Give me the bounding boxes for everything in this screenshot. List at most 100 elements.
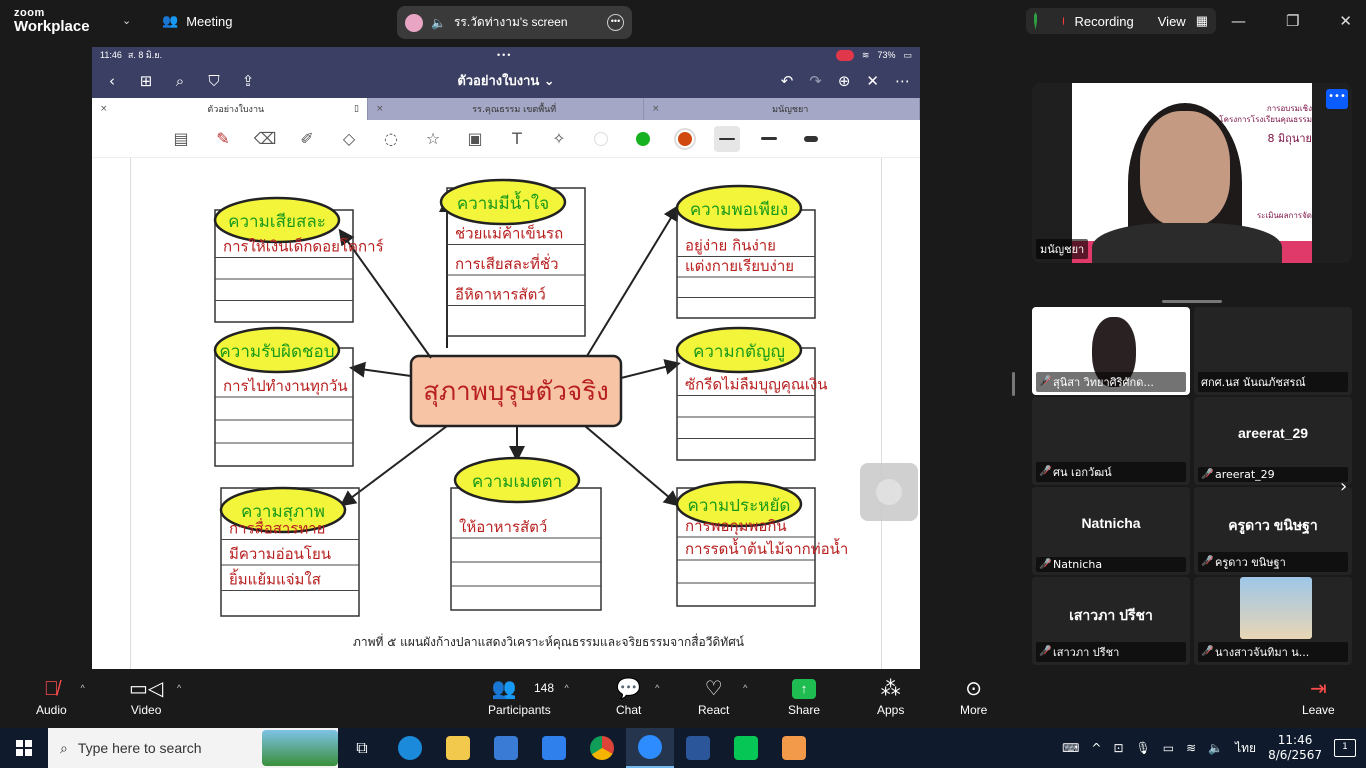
line-icon[interactable]: [722, 728, 770, 768]
back-icon[interactable]: ‹: [102, 72, 122, 90]
edge-icon[interactable]: [386, 728, 434, 768]
participant-display-name: Natnicha: [1081, 515, 1141, 531]
close-icon[interactable]: ✕: [866, 72, 879, 90]
undo-icon[interactable]: ↶: [781, 72, 794, 90]
participant-tile[interactable]: 🎤̸ สุนิสา วิทยาศิริศักด...: [1032, 307, 1190, 395]
tab-document-1[interactable]: × ตัวอย่างใบงาน ▯: [92, 98, 368, 120]
shield-icon: [1034, 12, 1037, 30]
microphone-icon[interactable]: 🎙: [1136, 741, 1151, 755]
task-view-icon[interactable]: ⧉: [338, 728, 386, 768]
close-icon[interactable]: ✕: [1339, 12, 1352, 30]
mail-icon[interactable]: [530, 728, 578, 768]
stroke-thin[interactable]: [714, 125, 740, 152]
view-button[interactable]: View: [1158, 14, 1186, 29]
keyboard-icon[interactable]: ⌨: [1062, 741, 1079, 755]
highlighter-icon[interactable]: ✐: [294, 126, 320, 152]
volume-icon[interactable]: 🔈: [1208, 741, 1223, 755]
tray-expand-icon[interactable]: ^: [1091, 741, 1101, 755]
tab-document-3[interactable]: × มนัญชยา: [644, 98, 920, 120]
pen-icon[interactable]: ✎: [210, 126, 236, 152]
image-icon[interactable]: ▣: [462, 126, 488, 152]
assistive-touch-button[interactable]: [860, 463, 918, 521]
chat-button[interactable]: 💬 Chat ^: [616, 675, 659, 717]
active-speaker-video[interactable]: การอบรมเชิง การพัฒนา...เขื่อนโครงการโรงเ…: [1032, 83, 1352, 263]
stroke-thick[interactable]: [798, 126, 824, 152]
tab-label: รร.คุณธรรม เขตพื้นที่: [472, 105, 557, 115]
participant-tile[interactable]: areerat_29 🎤̸ areerat_29: [1194, 397, 1352, 485]
reader-icon[interactable]: ▤: [168, 126, 194, 152]
gallery-next-icon[interactable]: ›: [1340, 476, 1347, 497]
notes-nav-bar: ‹ ⊞ ⌕ ⛉ ⇪ ตัวอย่างใบงาน ⌄ ↶ ↷ ⊕ ✕ ⋯: [92, 63, 920, 98]
participants-button[interactable]: 👥 148 Participants ^: [488, 675, 569, 717]
more-button[interactable]: ⊙ More: [960, 675, 987, 717]
store-icon[interactable]: [482, 728, 530, 768]
color-white-swatch[interactable]: [588, 126, 614, 152]
participant-tile[interactable]: เสาวภา ปรีชา 🎤̸ เสาวภา ปรีชา: [1032, 577, 1190, 665]
tab-document-2[interactable]: × รร.คุณธรรม เขตพื้นที่: [368, 98, 644, 120]
participants-caret-icon[interactable]: ^: [564, 683, 568, 693]
participant-tile[interactable]: ศกศ.นส นันณภัชสรณ์: [1194, 307, 1352, 395]
windows-start-icon[interactable]: [16, 740, 32, 756]
pdf-app-icon[interactable]: [770, 728, 818, 768]
share-screen-button[interactable]: ↑ Share: [788, 675, 820, 717]
share-icon[interactable]: ⇪: [238, 72, 258, 90]
color-green-swatch[interactable]: [630, 126, 656, 152]
participant-tile[interactable]: 🎤̸ นางสาวจันทิมา น...: [1194, 577, 1352, 665]
react-caret-icon[interactable]: ^: [743, 683, 747, 693]
close-tab-icon[interactable]: ×: [376, 104, 384, 114]
chat-icon: 💬: [616, 678, 642, 700]
minimize-icon[interactable]: —: [1231, 12, 1246, 30]
audio-button[interactable]: 🎙̸ Audio ^: [36, 675, 85, 717]
participant-name: ครูดาว ขนิษฐา: [1215, 556, 1286, 569]
color-orange-swatch[interactable]: [672, 126, 698, 152]
people-icon: 👥: [162, 13, 179, 28]
share-view-pill[interactable]: 🔈 รร.วัดท่างาม's screen •••: [397, 6, 632, 39]
video-options-icon[interactable]: •••: [1326, 89, 1348, 109]
split-view-icon[interactable]: ▯: [354, 104, 359, 114]
redo-icon[interactable]: ↷: [809, 72, 822, 90]
react-button[interactable]: ♡ React ^: [698, 675, 747, 717]
file-explorer-icon[interactable]: [434, 728, 482, 768]
chat-caret-icon[interactable]: ^: [655, 683, 659, 693]
lasso-icon[interactable]: ◌: [378, 126, 404, 152]
fishbone-diagram: สุภาพบุรุษตัวจริง ความเสียสละการให้เงินเด…: [213, 178, 848, 617]
stroke-medium[interactable]: [756, 126, 782, 152]
input-language[interactable]: ไทย: [1235, 739, 1256, 758]
word-icon[interactable]: [674, 728, 722, 768]
leave-button[interactable]: ⇥ Leave: [1302, 675, 1335, 717]
text-icon[interactable]: T: [504, 126, 530, 152]
restore-icon[interactable]: ❐: [1286, 12, 1299, 30]
panel-splitter-handle[interactable]: [1012, 372, 1015, 396]
close-tab-icon[interactable]: ×: [652, 104, 660, 114]
panel-resize-handle[interactable]: [1162, 300, 1222, 303]
wifi-icon[interactable]: ≋: [1186, 741, 1196, 755]
search-icon[interactable]: ⌕: [170, 72, 190, 90]
taskbar-search[interactable]: ⌕ Type here to search: [48, 728, 338, 768]
chrome-icon[interactable]: [578, 728, 626, 768]
bookmark-icon[interactable]: ⛉: [204, 72, 224, 90]
eraser-icon[interactable]: ⌫: [252, 126, 278, 152]
battery-icon[interactable]: ▭: [1163, 741, 1174, 755]
zoom-app-icon[interactable]: [626, 728, 674, 768]
notification-icon[interactable]: 1: [1334, 739, 1356, 757]
apps-button[interactable]: ⁂ Apps: [877, 675, 904, 717]
video-caret-icon[interactable]: ^: [177, 683, 181, 693]
participant-tile[interactable]: Natnicha 🎤̸ Natnicha: [1032, 487, 1190, 575]
chevron-down-icon[interactable]: ⌄: [122, 14, 131, 27]
participant-tile[interactable]: ครูดาว ขนิษฐา 🎤̸ ครูดาว ขนิษฐา: [1194, 487, 1352, 575]
sticker-icon[interactable]: ☆: [420, 126, 446, 152]
close-tab-icon[interactable]: ×: [100, 104, 108, 114]
shapes-icon[interactable]: ◇: [336, 126, 362, 152]
participant-tile[interactable]: 🎤̸ ศน เอกวัฒน์: [1032, 397, 1190, 485]
audio-caret-icon[interactable]: ^: [80, 683, 84, 693]
more-icon[interactable]: ⋯: [895, 72, 910, 90]
video-button[interactable]: ▭◁ Video ^: [129, 675, 181, 717]
network-icon[interactable]: ⊡: [1113, 741, 1123, 755]
laser-pointer-icon[interactable]: ✧: [546, 126, 572, 152]
grid-icon[interactable]: ⊞: [136, 72, 156, 90]
taskbar-clock[interactable]: 11:46 8/6/2567: [1268, 733, 1322, 763]
more-options-icon[interactable]: •••: [607, 14, 624, 31]
meeting-info-button[interactable]: 👥 Meeting: [162, 13, 232, 29]
recording-pill[interactable]: Recording View ▦: [1026, 8, 1216, 34]
add-page-icon[interactable]: ⊕: [838, 72, 851, 90]
